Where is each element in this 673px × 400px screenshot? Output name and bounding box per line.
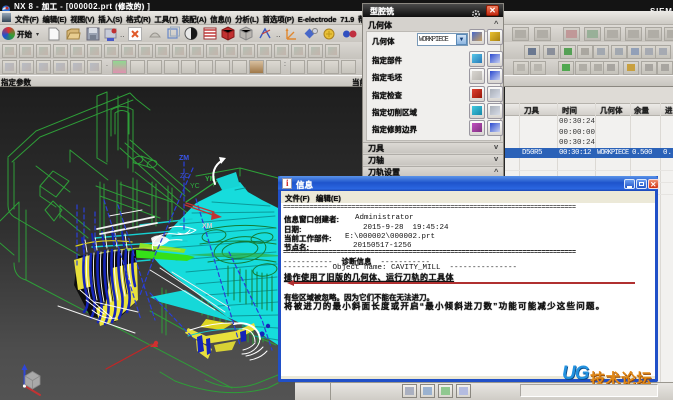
svg-text:XM: XM: [202, 223, 213, 230]
svg-text:ZM: ZM: [179, 155, 189, 162]
svg-text:ZC: ZC: [180, 173, 189, 180]
svg-text:..: ..: [120, 30, 124, 39]
svg-text:YC: YC: [190, 183, 200, 190]
svg-text:..: ..: [276, 30, 280, 39]
